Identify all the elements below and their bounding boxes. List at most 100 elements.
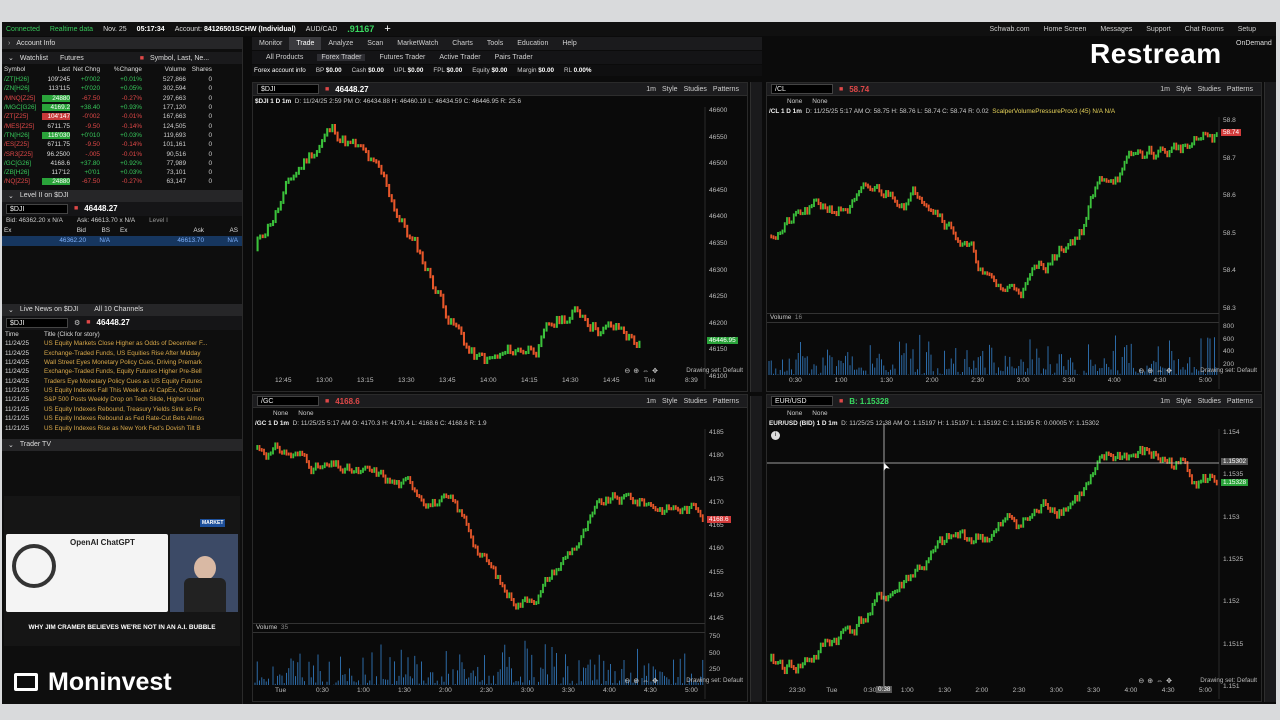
watchlist-select[interactable]: Futures <box>60 55 84 62</box>
row-symbol[interactable]: /MNQ[Z25] <box>2 95 42 102</box>
table-row[interactable]: /ES[Z25] 6711.75 -9.50 -0.14% 101,161 0 <box>2 140 242 149</box>
flag-icon[interactable]: ■ <box>86 319 90 326</box>
link-setup[interactable]: Setup <box>1238 26 1256 33</box>
account-info-header[interactable]: › Account Info <box>2 37 242 49</box>
menu-tools[interactable]: Tools <box>480 40 510 47</box>
table-row[interactable]: /MNQ[Z25] 24880 -67.50 -0.27% 297,663 0 <box>2 94 242 103</box>
news-headline[interactable]: Exchange-Traded Funds, US Equities Rise … <box>44 350 234 357</box>
table-row[interactable]: /ZB[H26] 117'12 +0'01 +0.03% 73,101 0 <box>2 168 242 177</box>
news-headline[interactable]: S&P 500 Posts Weekly Drop on Tech Slide,… <box>44 396 234 403</box>
link-schwab[interactable]: Schwab.com <box>989 26 1029 33</box>
col-last[interactable]: Last <box>42 66 70 73</box>
list-item[interactable]: 11/24/25 Traders Eye Monetary Policy Cues… <box>2 377 242 386</box>
pair-label[interactable]: AUD/CAD <box>306 26 338 33</box>
table-row[interactable]: /ZT[Z25] 104'147 -0'002 -0.01% 167,663 0 <box>2 112 242 121</box>
news-headline[interactable]: US Equity Indexes Fall This Week as AI C… <box>44 387 234 394</box>
side-strip-1[interactable] <box>750 82 762 392</box>
news-headline[interactable]: US Equity Markets Close Higher as Odds o… <box>44 340 234 347</box>
news-symbol-input[interactable]: $DJI <box>6 317 68 328</box>
tool-pairs-trader[interactable]: Pairs Trader <box>495 54 533 61</box>
list-item[interactable]: 11/21/25 US Equity Indexes Rebound as Fed… <box>2 414 242 423</box>
level2-symbol-input[interactable]: $DJI <box>6 203 68 214</box>
table-row[interactable]: /TN[H26] 116'030 +0'010 +0.03% 119,693 0 <box>2 131 242 140</box>
table-row[interactable]: /MGC[G26] 4169.2 +38.40 +0.93% 177,120 0 <box>2 103 242 112</box>
tool-futures-trader[interactable]: Futures Trader <box>379 54 425 61</box>
add-icon[interactable]: + <box>384 23 390 35</box>
tool-all-products[interactable]: All Products <box>266 54 303 61</box>
news-headline[interactable]: Wall Street Eyes Monetary Policy Cues, D… <box>44 359 234 366</box>
list-item[interactable]: 11/21/25 US Equity Indexes Rise as New Yo… <box>2 423 242 432</box>
news-headline[interactable]: US Equity Indexes Rebound, Treasury Yiel… <box>44 406 234 413</box>
news-headline[interactable]: Traders Eye Monetary Policy Cues as US E… <box>44 378 234 385</box>
tool-forex-trader[interactable]: Forex Trader <box>317 54 366 61</box>
chevron-down-icon[interactable]: ⌄ <box>8 441 14 449</box>
link-home-screen[interactable]: Home Screen <box>1044 26 1087 33</box>
col-net-chng[interactable]: Net Chng <box>70 66 100 73</box>
drawing-set-label[interactable]: Drawing set: Default <box>686 677 743 684</box>
list-item[interactable]: 11/24/25 Exchange-Traded Funds, US Equiti… <box>2 348 242 357</box>
gear-icon[interactable]: ⚙ <box>74 319 80 327</box>
drawing-set-label[interactable]: Drawing set: Default <box>686 367 743 374</box>
link-messages[interactable]: Messages <box>1100 26 1132 33</box>
info-icon[interactable]: i <box>771 431 780 440</box>
price-chart[interactable] <box>253 395 747 701</box>
table-row[interactable]: /SR3[Z25] 96.2500 -.005 -0.01% 90,516 0 <box>2 149 242 158</box>
zoom-controls[interactable]: ⊖⊕⇔✥ <box>624 677 661 685</box>
menu-trade[interactable]: Trade <box>289 37 322 50</box>
col-shares[interactable]: Shares <box>186 66 226 73</box>
menu-marketwatch[interactable]: MarketWatch <box>390 40 445 47</box>
menu-scan[interactable]: Scan <box>360 40 390 47</box>
menu-charts[interactable]: Charts <box>445 40 480 47</box>
drawing-set-label[interactable]: Drawing set: Default <box>1200 367 1257 374</box>
list-item[interactable]: 11/24/25 Wall Street Eyes Monetary Policy… <box>2 358 242 367</box>
row-symbol[interactable]: /TN[H26] <box>2 132 42 139</box>
ondemand-button[interactable]: OnDemand <box>1236 40 1272 47</box>
table-row[interactable]: /ZT[H26] 109'245 +0'002 +0.01% 527,866 0 <box>2 75 242 84</box>
chevron-down-icon[interactable]: ⌄ <box>8 54 14 62</box>
price-chart[interactable] <box>253 83 747 391</box>
link-chat-rooms[interactable]: Chat Rooms <box>1185 26 1224 33</box>
zoom-controls[interactable]: ⊖⊕⇔✥ <box>624 367 661 375</box>
news-channels[interactable]: All 10 Channels <box>94 306 143 313</box>
row-symbol[interactable]: /GC[G26] <box>2 160 42 167</box>
chevron-down-icon[interactable]: ⌄ <box>8 192 14 200</box>
row-symbol[interactable]: /ZN[H26] <box>2 85 42 92</box>
level2-row[interactable]: 46362.20 N/A 46613.70 N/A <box>2 235 242 246</box>
col-pct-change[interactable]: %Change <box>100 66 142 73</box>
menu-education[interactable]: Education <box>510 40 555 47</box>
news-headline[interactable]: US Equity Indexes Rebound as Fed Rate-Cu… <box>44 415 234 422</box>
row-symbol[interactable]: /ES[Z25] <box>2 141 42 148</box>
row-symbol[interactable]: /ZT[Z25] <box>2 113 42 120</box>
list-item[interactable]: 11/24/25 US Equity Markets Close Higher a… <box>2 339 242 348</box>
menu-analyze[interactable]: Analyze <box>321 40 360 47</box>
trader-tv-video[interactable]: OpenAI ChatGPT MARKET WHY JIM CRAMER BEL… <box>4 496 240 646</box>
news-col-title[interactable]: Title (Click for story) <box>44 331 234 338</box>
news-col-time[interactable]: Time <box>2 331 44 338</box>
news-headline[interactable]: Exchange-Traded Funds, Equity Futures Hi… <box>44 368 234 375</box>
list-item[interactable]: 11/24/25 Exchange-Traded Funds, Equity Fu… <box>2 367 242 376</box>
table-row[interactable]: /NQ[Z25] 24880 -67.50 -0.27% 63,147 0 <box>2 177 242 186</box>
account-select[interactable]: 84126501SCHW (Individual) <box>204 26 296 33</box>
row-symbol[interactable]: /SR3[Z25] <box>2 151 42 158</box>
symbol-search[interactable]: Symbol, Last, Ne... <box>150 55 209 62</box>
table-row[interactable]: /MES[Z25] 6711.75 -9.50 -0.14% 124,505 0 <box>2 121 242 130</box>
zoom-controls[interactable]: ⊖⊕⇔✥ <box>1138 677 1175 685</box>
table-row[interactable]: /ZN[H26] 113'115 +0'020 +0.05% 302,594 0 <box>2 84 242 93</box>
table-row[interactable]: /GC[G26] 4168.6 +37.80 +0.92% 77,989 0 <box>2 159 242 168</box>
col-symbol[interactable]: Symbol <box>2 66 42 73</box>
price-chart[interactable] <box>767 83 1261 391</box>
flag-icon[interactable]: ■ <box>140 55 144 62</box>
menu-help[interactable]: Help <box>555 40 583 47</box>
side-strip-3[interactable] <box>1264 82 1276 702</box>
row-symbol[interactable]: /ZB[H26] <box>2 169 42 176</box>
col-volume[interactable]: Volume <box>142 66 186 73</box>
row-symbol[interactable]: /NQ[Z25] <box>2 178 42 185</box>
price-chart[interactable] <box>767 395 1261 701</box>
list-item[interactable]: 11/21/25 US Equity Indexes Fall This Week… <box>2 386 242 395</box>
chevron-down-icon[interactable]: ⌄ <box>8 306 14 314</box>
link-support[interactable]: Support <box>1146 26 1171 33</box>
side-strip-2[interactable] <box>750 396 762 702</box>
row-symbol[interactable]: /MGC[G26] <box>2 104 42 111</box>
level2-mode[interactable]: Level I <box>149 217 168 224</box>
flag-icon[interactable]: ■ <box>74 205 78 212</box>
